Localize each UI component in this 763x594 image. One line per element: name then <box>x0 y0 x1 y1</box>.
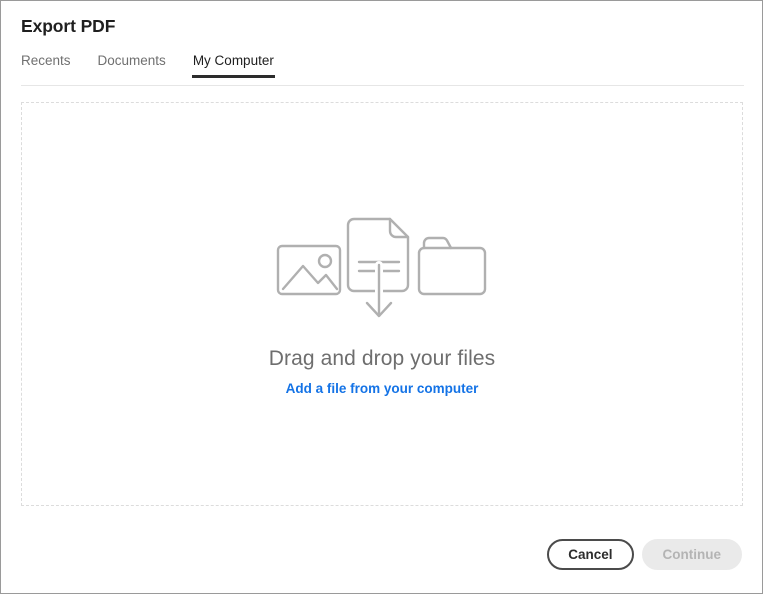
add-file-link[interactable]: Add a file from your computer <box>286 381 479 396</box>
folder-icon <box>419 238 485 294</box>
tab-documents[interactable]: Documents <box>98 53 166 78</box>
continue-button[interactable]: Continue <box>642 539 743 570</box>
tab-my-computer[interactable]: My Computer <box>193 53 274 78</box>
dropzone-heading: Drag and drop your files <box>269 347 496 371</box>
dropzone-illustration <box>272 205 492 325</box>
image-icon <box>278 246 340 294</box>
tab-bar: Recents Documents My Computer <box>21 53 274 83</box>
cancel-button[interactable]: Cancel <box>547 539 633 570</box>
dialog-footer: Cancel Continue <box>547 539 742 570</box>
tab-recents[interactable]: Recents <box>21 53 71 78</box>
tab-divider <box>21 85 744 86</box>
export-pdf-dialog: Export PDF Recents Documents My Computer <box>0 0 763 594</box>
document-download-icon <box>348 219 408 316</box>
file-dropzone[interactable]: Drag and drop your files Add a file from… <box>21 102 743 506</box>
page-title: Export PDF <box>21 16 115 37</box>
